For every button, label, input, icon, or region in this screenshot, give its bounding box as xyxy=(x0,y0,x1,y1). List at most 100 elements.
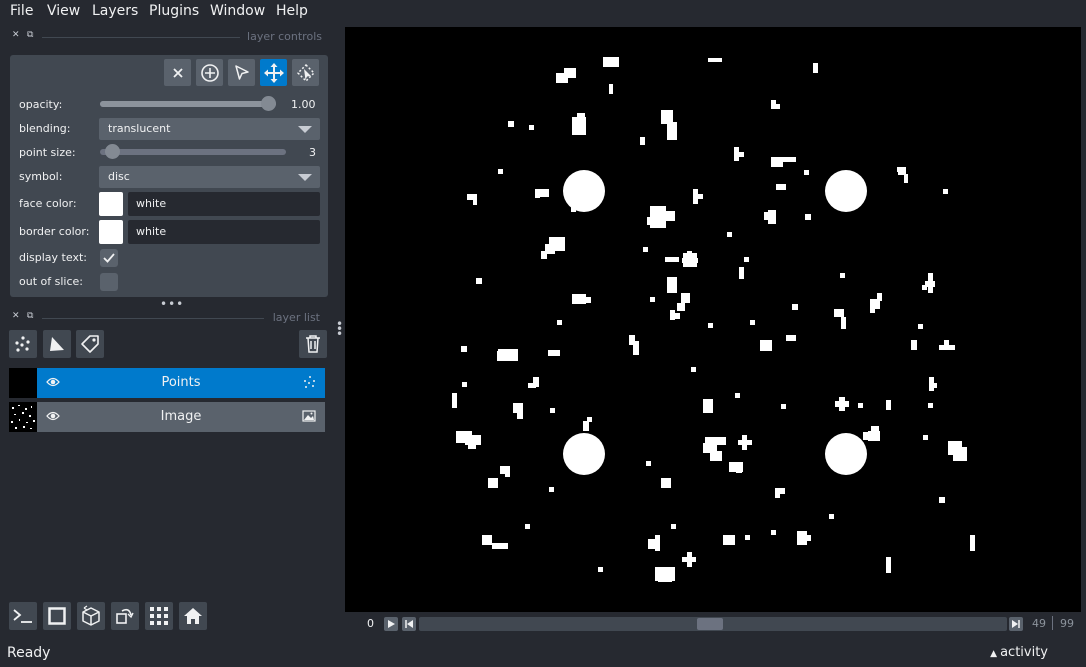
skip-forward-icon xyxy=(1012,620,1020,628)
float-dock-icon[interactable]: ⧉ xyxy=(27,30,33,40)
dims-axis-index: 0 xyxy=(367,617,374,630)
new-points-layer-button[interactable] xyxy=(9,330,37,358)
dims-current-value[interactable]: 49 xyxy=(1032,617,1046,630)
layer-row-points[interactable]: Points xyxy=(9,368,325,398)
transform-button[interactable] xyxy=(292,59,319,86)
image-thumbnail xyxy=(11,405,35,429)
new-labels-layer-button[interactable] xyxy=(76,330,104,358)
opacity-label: opacity: xyxy=(19,98,63,111)
point-marker[interactable] xyxy=(563,433,605,475)
menu-plugins[interactable]: Plugins xyxy=(149,3,199,19)
skip-back-icon xyxy=(405,620,413,628)
dims-slider-handle[interactable] xyxy=(697,618,723,630)
header-divider xyxy=(42,37,240,38)
layer-list-title: layer list xyxy=(272,311,320,324)
image-layer-render xyxy=(452,57,975,582)
home-icon xyxy=(184,608,202,624)
dims-max-value: 99 xyxy=(1060,617,1074,630)
layer-row-body[interactable]: Image xyxy=(37,402,325,432)
blending-value: translucent xyxy=(108,122,171,135)
activity-button[interactable]: ▲ activity xyxy=(990,645,1048,660)
point-marker[interactable] xyxy=(825,433,867,475)
border-color-swatch[interactable] xyxy=(99,220,123,244)
point-marker[interactable] xyxy=(563,170,605,212)
viewer-canvas[interactable] xyxy=(345,27,1081,612)
close-icon xyxy=(172,67,183,78)
border-color-value: white xyxy=(136,225,167,238)
chevron-down-icon xyxy=(298,126,312,133)
layer-name: Points xyxy=(161,375,201,390)
symbol-dropdown[interactable]: disc xyxy=(99,166,320,188)
point-size-slider[interactable] xyxy=(100,144,286,159)
layer-controls-header: ✕ ⧉ layer controls xyxy=(10,30,322,44)
layer-row-body[interactable]: Points xyxy=(37,368,325,398)
opacity-slider[interactable] xyxy=(100,96,276,111)
blending-dropdown[interactable]: translucent xyxy=(99,118,320,140)
menu-help[interactable]: Help xyxy=(276,3,308,19)
last-frame-button[interactable] xyxy=(1009,617,1023,631)
image-type-icon xyxy=(302,410,316,422)
point-marker[interactable] xyxy=(825,170,867,212)
layer-name: Image xyxy=(160,409,202,424)
border-color-input[interactable]: white xyxy=(128,220,320,244)
roll-dims-button[interactable] xyxy=(77,602,105,630)
points-icon xyxy=(15,336,30,352)
pointer-icon xyxy=(234,64,249,80)
opacity-slider-fill xyxy=(100,101,276,107)
float-dock-icon[interactable]: ⧉ xyxy=(27,311,33,321)
grid-view-button[interactable] xyxy=(145,602,173,630)
menu-file[interactable]: File xyxy=(10,3,33,19)
play-icon xyxy=(388,620,395,628)
menu-bar: File View Layers Plugins Window Help xyxy=(0,0,1086,24)
symbol-label: symbol: xyxy=(19,170,63,183)
point-size-value: 3 xyxy=(309,146,316,159)
menu-window[interactable]: Window xyxy=(210,3,265,19)
symbol-value: disc xyxy=(108,170,130,183)
dims-slider-track[interactable] xyxy=(419,617,1007,631)
console-button[interactable] xyxy=(9,602,37,630)
face-color-swatch[interactable] xyxy=(99,192,123,216)
transpose-button[interactable] xyxy=(111,602,139,630)
trash-icon xyxy=(306,335,320,353)
home-button[interactable] xyxy=(179,602,207,630)
delete-layer-button[interactable] xyxy=(299,330,327,358)
ndisplay-button[interactable] xyxy=(43,602,71,630)
new-shapes-layer-button[interactable] xyxy=(43,330,71,358)
layer-list-header: ✕ ⧉ layer list xyxy=(10,311,320,325)
splitter-handle-icon[interactable]: ••• xyxy=(160,297,184,311)
face-color-label: face color: xyxy=(19,197,77,210)
move-arrows-icon xyxy=(263,62,284,83)
display-text-checkbox[interactable] xyxy=(100,249,118,267)
layer-thumbnail xyxy=(9,368,37,398)
face-color-value: white xyxy=(136,197,167,210)
close-dock-icon[interactable]: ✕ xyxy=(12,30,20,40)
first-frame-button[interactable] xyxy=(402,617,416,631)
play-button[interactable] xyxy=(384,617,398,631)
out-of-slice-label: out of slice: xyxy=(19,275,83,288)
cube-icon xyxy=(82,605,100,626)
dims-slider-bar: 0 49 99 xyxy=(345,614,1081,634)
points-type-icon xyxy=(304,376,315,388)
point-size-label: point size: xyxy=(19,146,76,159)
menu-view[interactable]: View xyxy=(47,3,80,19)
pan-zoom-button[interactable] xyxy=(260,59,287,86)
add-points-button[interactable] xyxy=(196,59,223,86)
checkmark-icon xyxy=(103,253,115,263)
status-text: Ready xyxy=(7,645,51,661)
layer-row-image[interactable]: Image xyxy=(9,402,325,432)
select-points-button[interactable] xyxy=(228,59,255,86)
header-divider xyxy=(42,318,264,319)
face-color-input[interactable]: white xyxy=(128,192,320,216)
close-dock-icon[interactable]: ✕ xyxy=(12,311,20,321)
transpose-icon xyxy=(116,608,134,624)
shapes-icon xyxy=(50,337,64,351)
add-circle-icon xyxy=(200,63,219,82)
delete-points-button[interactable] xyxy=(164,59,191,86)
menu-layers[interactable]: Layers xyxy=(92,3,138,19)
out-of-slice-checkbox[interactable] xyxy=(100,273,118,291)
point-size-slider-handle[interactable] xyxy=(105,144,121,159)
layer-controls-panel: opacity: 1.00 blending: translucent poin… xyxy=(10,55,328,297)
value-divider xyxy=(1052,616,1053,630)
opacity-slider-handle[interactable] xyxy=(261,96,276,111)
dock-resize-handle-icon[interactable]: • • • xyxy=(336,318,343,340)
